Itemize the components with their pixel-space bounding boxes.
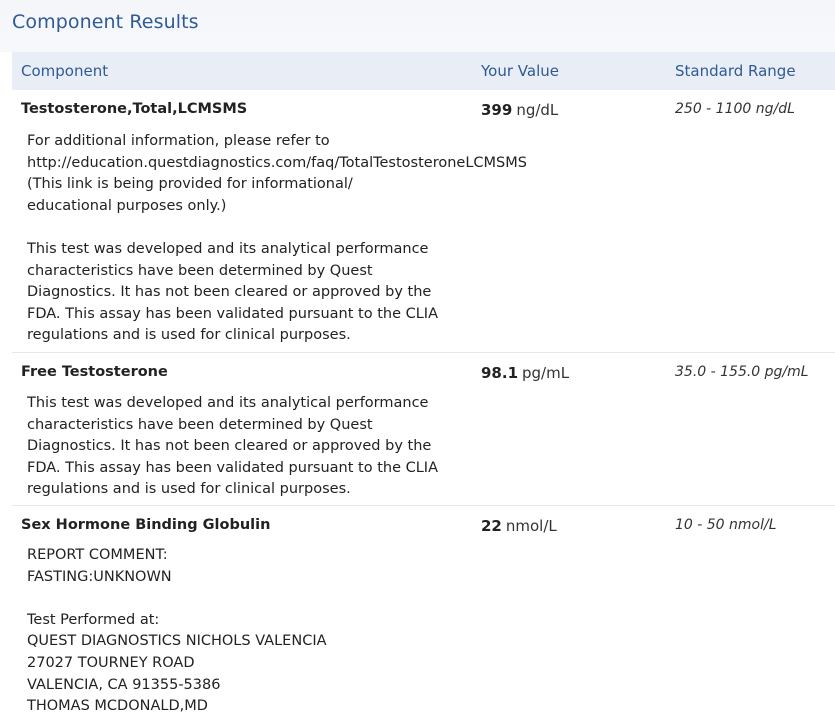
result-row-testosterone-total: Testosterone,Total,LCMSMS 399 ng/dL 250 -… (12, 90, 835, 353)
value-unit: pg/mL (522, 364, 570, 382)
standard-range: 35.0 - 155.0 pg/mL (675, 364, 809, 380)
standard-range: 10 - 50 nmol/L (675, 517, 777, 533)
results-table-header: Component Your Value Standard Range (12, 52, 835, 90)
result-value: 98.1 pg/mL (481, 364, 569, 382)
component-name: Testosterone,Total,LCMSMS (21, 101, 248, 117)
value-unit: ng/dL (516, 101, 559, 119)
section-title: Component Results (12, 11, 199, 33)
result-row-free-testosterone: Free Testosterone 98.1 pg/mL 35.0 - 155.0… (12, 353, 835, 506)
result-value: 399 ng/dL (481, 101, 558, 119)
value-number: 98.1 (481, 364, 519, 382)
header-your-value: Your Value (481, 62, 559, 80)
value-number: 399 (481, 101, 513, 119)
value-number: 22 (481, 517, 502, 535)
component-name: Sex Hormone Binding Globulin (21, 517, 271, 533)
result-value: 22 nmol/L (481, 517, 557, 535)
component-note: For additional information, please refer… (27, 133, 527, 344)
component-note: REPORT COMMENT: FASTING:UNKNOWN Test Per… (27, 547, 327, 715)
result-row-shbg: Sex Hormone Binding Globulin 22 nmol/L 10… (12, 506, 835, 724)
component-note: This test was developed and its analytic… (27, 395, 438, 498)
component-name: Free Testosterone (21, 364, 168, 380)
value-unit: nmol/L (505, 517, 557, 535)
header-component: Component (21, 62, 109, 80)
header-standard-range: Standard Range (675, 62, 796, 80)
standard-range: 250 - 1100 ng/dL (675, 101, 795, 117)
